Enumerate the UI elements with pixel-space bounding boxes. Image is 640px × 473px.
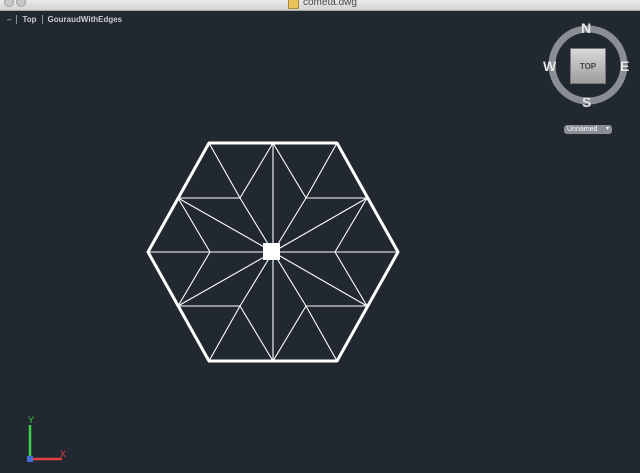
edge-line	[305, 305, 338, 362]
ucs-origin	[27, 456, 33, 462]
edge-line	[177, 251, 274, 307]
edge-line	[334, 251, 368, 307]
center-grip	[263, 243, 280, 260]
edge-line	[177, 251, 211, 307]
edge-line	[239, 251, 274, 307]
drawing-canvas[interactable]	[0, 0, 640, 473]
edge-line	[177, 197, 211, 253]
edge-line	[334, 197, 368, 253]
ucs-y-label: Y	[28, 415, 34, 425]
edge-line	[305, 142, 338, 199]
ucs-icon: Y X	[27, 415, 66, 462]
ucs-x-label: X	[60, 449, 66, 459]
edge-line	[177, 197, 274, 253]
edge-line	[272, 251, 307, 307]
edge-line	[208, 142, 241, 199]
edge-line	[272, 251, 368, 307]
edge-line	[272, 142, 307, 199]
edge-line	[272, 305, 307, 362]
edge-line	[239, 305, 274, 362]
edge-line	[272, 197, 368, 253]
edge-line	[208, 305, 241, 362]
edge-line	[239, 142, 274, 199]
